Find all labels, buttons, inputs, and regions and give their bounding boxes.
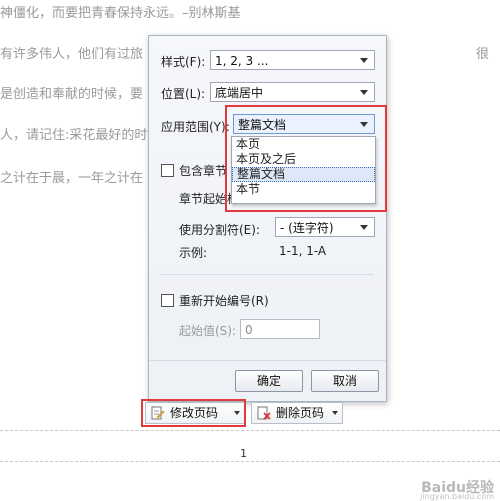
position-label: 位置(L): bbox=[161, 87, 206, 101]
ok-button[interactable]: 确定 bbox=[235, 370, 303, 392]
start-value-input[interactable]: 0 bbox=[240, 319, 320, 339]
example-value: 1-1, 1-A bbox=[279, 244, 327, 258]
chevron-down-icon bbox=[332, 411, 338, 415]
style-select[interactable]: 1, 2, 3 ... bbox=[210, 50, 375, 70]
position-select-value: 底端居中 bbox=[215, 86, 264, 100]
highlight-box-modify-button bbox=[141, 399, 246, 427]
chevron-down-icon bbox=[360, 90, 368, 95]
delete-page-number-label: 删除页码 bbox=[276, 406, 325, 420]
document-line-2: 有许多伟人，他们有过旅 bbox=[0, 47, 144, 62]
include-chapter-checkbox[interactable] bbox=[161, 164, 174, 177]
separator-select-value: - (连字符) bbox=[280, 221, 334, 235]
apply-scope-label: 应用范围(Y): bbox=[161, 120, 230, 134]
delete-page-icon bbox=[257, 406, 271, 420]
chevron-down-icon bbox=[360, 225, 368, 230]
style-label: 样式(F): bbox=[161, 55, 206, 69]
document-line-1: 神僵化，而要把青春保持永远。–别林斯基 bbox=[0, 6, 241, 21]
highlight-box-apply-scope bbox=[225, 105, 387, 212]
page-number: 1 bbox=[240, 447, 247, 460]
cancel-button[interactable]: 取消 bbox=[311, 370, 379, 392]
example-label: 示例: bbox=[179, 246, 208, 260]
dialog-footer: 确定 取消 bbox=[149, 360, 386, 401]
document-line-5: 之计在于晨，一年之计在 bbox=[0, 171, 144, 186]
divider bbox=[161, 274, 374, 275]
watermark-url: jingyan.baidu.com bbox=[420, 492, 494, 501]
delete-page-number-button[interactable]: 删除页码 bbox=[251, 402, 343, 424]
chevron-down-icon bbox=[360, 58, 368, 63]
include-chapter-label: 包含章节 bbox=[179, 164, 228, 178]
document-line-4: 人，请记住:采花最好的时 bbox=[0, 128, 148, 143]
start-value-label: 起始值(S): bbox=[179, 324, 237, 338]
style-select-value: 1, 2, 3 ... bbox=[215, 54, 269, 68]
document-line-2-end: 很 bbox=[476, 47, 490, 62]
footer-boundary-top bbox=[0, 430, 500, 431]
restart-numbering-checkbox[interactable] bbox=[161, 294, 174, 307]
separator-label: 使用分割符(E): bbox=[179, 223, 260, 237]
page-number-dialog: 样式(F): 1, 2, 3 ... 位置(L): 底端居中 应用范围(Y): … bbox=[148, 35, 387, 402]
document-page: 神僵化，而要把青春保持永远。–别林斯基 有许多伟人，他们有过旅 很 是创造和奉献… bbox=[0, 0, 500, 501]
footer-boundary-bottom bbox=[0, 461, 500, 462]
separator-select[interactable]: - (连字符) bbox=[275, 217, 375, 237]
position-select[interactable]: 底端居中 bbox=[210, 82, 375, 102]
document-line-3: 是创造和奉献的时候，要 bbox=[0, 87, 144, 102]
restart-numbering-label: 重新开始编号(R) bbox=[179, 294, 269, 308]
